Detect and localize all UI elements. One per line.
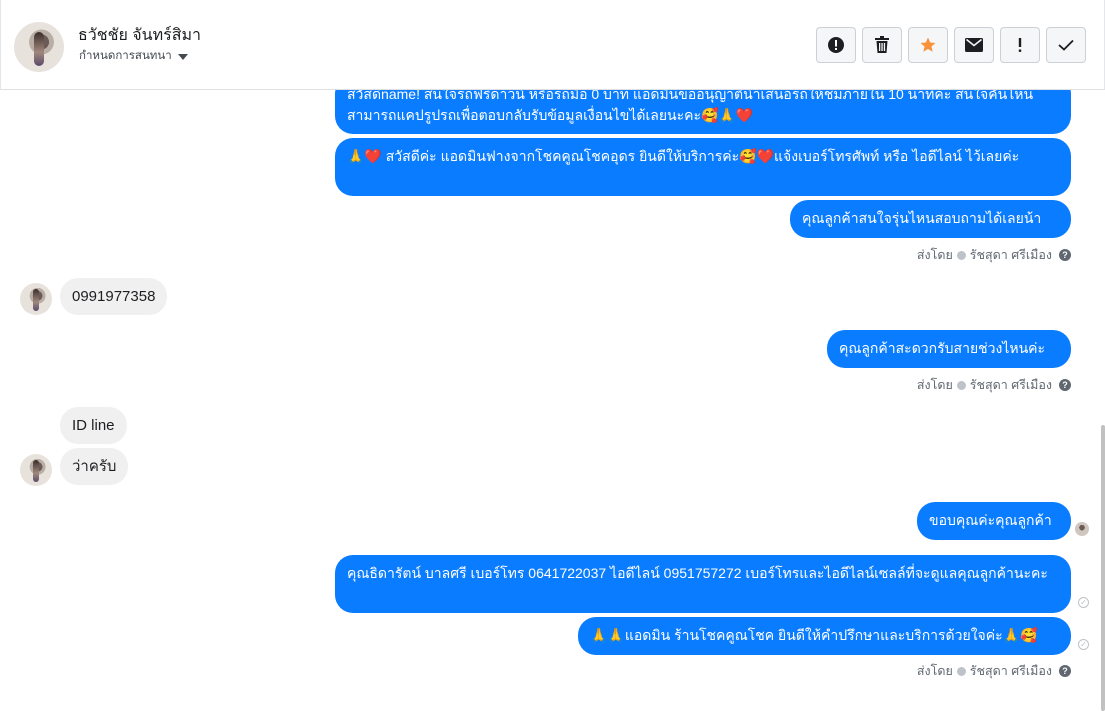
- outgoing-message[interactable]: คุณลูกค้าสนใจรุ่นไหนสอบถามได้เลยน้า: [790, 200, 1071, 238]
- agent-name[interactable]: รัชสุดา ศรีเมือง: [970, 661, 1052, 681]
- assign-conversation-label: กำหนดการสนทนา: [79, 50, 172, 62]
- mark-done-button[interactable]: [1046, 27, 1086, 63]
- mark-important-button[interactable]: [1000, 27, 1040, 63]
- message-text: คุณธิดารัตน์ บาลศรี เบอร์โทร 0641722037 …: [347, 565, 1048, 581]
- star-icon: [920, 37, 936, 52]
- agent-badge-icon: [956, 666, 966, 676]
- contact-avatar-small[interactable]: [20, 454, 52, 486]
- conversation-window: ธวัชชัย จันทร์สิมา กำหนดการสนทนา สวัสดีn…: [0, 0, 1105, 711]
- incoming-message[interactable]: 0991977358: [60, 278, 168, 315]
- scrollbar-thumb[interactable]: [1101, 425, 1105, 711]
- agent-name[interactable]: รัชสุดา ศรีเมือง: [970, 245, 1052, 265]
- trash-icon: [875, 36, 889, 53]
- help-icon[interactable]: ?: [1059, 379, 1071, 391]
- envelope-icon: [965, 38, 983, 52]
- exclamation-icon: [1018, 38, 1022, 52]
- caret-down-icon: [177, 53, 188, 60]
- message-text: ขอบคุณค่ะคุณลูกค้า: [929, 512, 1052, 528]
- incoming-message[interactable]: ID line: [60, 407, 127, 444]
- sent-by-info: ส่งโดย รัชสุดา ศรีเมือง ?: [917, 375, 1071, 395]
- mark-unread-button[interactable]: [954, 27, 994, 63]
- agent-name[interactable]: รัชสุดา ศรีเมือง: [970, 375, 1052, 395]
- contact-avatar-small[interactable]: [20, 283, 52, 315]
- outgoing-message[interactable]: คุณธิดารัตน์ บาลศรี เบอร์โทร 0641722037 …: [335, 555, 1071, 613]
- sent-check-icon: ✓: [1078, 597, 1089, 608]
- outgoing-message[interactable]: ขอบคุณค่ะคุณลูกค้า: [917, 502, 1071, 540]
- incoming-message[interactable]: ว่าครับ: [60, 448, 129, 485]
- help-icon[interactable]: ?: [1059, 249, 1071, 261]
- message-text: ID line: [72, 417, 115, 434]
- star-button[interactable]: [908, 27, 948, 63]
- assign-conversation-dropdown[interactable]: กำหนดการสนทนา: [79, 47, 188, 65]
- conversation-header: ธวัชชัย จันทร์สิมา กำหนดการสนทนา: [0, 0, 1105, 90]
- outgoing-message[interactable]: สวัสดีname! สนใจรถฟรีดาวน์ หรือรถมือ 0 บ…: [335, 90, 1071, 134]
- alert-circle-icon: [828, 37, 844, 53]
- message-text: คุณลูกค้าสนใจรุ่นไหนสอบถามได้เลยน้า: [802, 210, 1042, 226]
- sent-by-label: ส่งโดย: [916, 248, 953, 262]
- outgoing-message[interactable]: คุณลูกค้าสะดวกรับสายช่วงไหนค่ะ: [827, 330, 1071, 368]
- check-icon: [1058, 39, 1074, 51]
- message-text: 🙏❤️ สวัสดีค่ะ แอดมินฟางจากโชคคูณโชคอุดร …: [347, 148, 1020, 164]
- help-icon[interactable]: ?: [1059, 665, 1071, 677]
- seen-avatar-icon: [1075, 522, 1089, 536]
- sent-by-info: ส่งโดย รัชสุดา ศรีเมือง ?: [917, 661, 1071, 681]
- sent-by-info: ส่งโดย รัชสุดา ศรีเมือง ?: [917, 245, 1071, 265]
- outgoing-message[interactable]: 🙏❤️ สวัสดีค่ะ แอดมินฟางจากโชคคูณโชคอุดร …: [335, 138, 1071, 196]
- conversation-toolbar: [816, 27, 1086, 63]
- contact-name[interactable]: ธวัชชัย จันทร์สิมา: [78, 23, 201, 48]
- sent-check-icon: ✓: [1078, 639, 1089, 650]
- outgoing-message[interactable]: 🙏🙏แอดมิน ร้านโชคคูณโชค ยินดีให้คำปรึกษาแ…: [578, 617, 1071, 655]
- message-thread[interactable]: สวัสดีname! สนใจรถฟรีดาวน์ หรือรถมือ 0 บ…: [0, 90, 1105, 711]
- message-text: 🙏🙏แอดมิน ร้านโชคคูณโชค ยินดีให้คำปรึกษาแ…: [590, 627, 1038, 643]
- contact-avatar[interactable]: [14, 22, 64, 72]
- message-text: 0991977358: [72, 288, 156, 305]
- message-text: ว่าครับ: [72, 458, 117, 475]
- sent-by-label: ส่งโดย: [916, 664, 953, 678]
- agent-badge-icon: [956, 250, 966, 260]
- message-text: สวัสดีname! สนใจรถฟรีดาวน์ หรือรถมือ 0 บ…: [347, 90, 1034, 123]
- delete-button[interactable]: [862, 27, 902, 63]
- mark-spam-button[interactable]: [816, 27, 856, 63]
- sent-by-label: ส่งโดย: [916, 378, 953, 392]
- message-text: คุณลูกค้าสะดวกรับสายช่วงไหนค่ะ: [839, 340, 1046, 356]
- agent-badge-icon: [956, 380, 966, 390]
